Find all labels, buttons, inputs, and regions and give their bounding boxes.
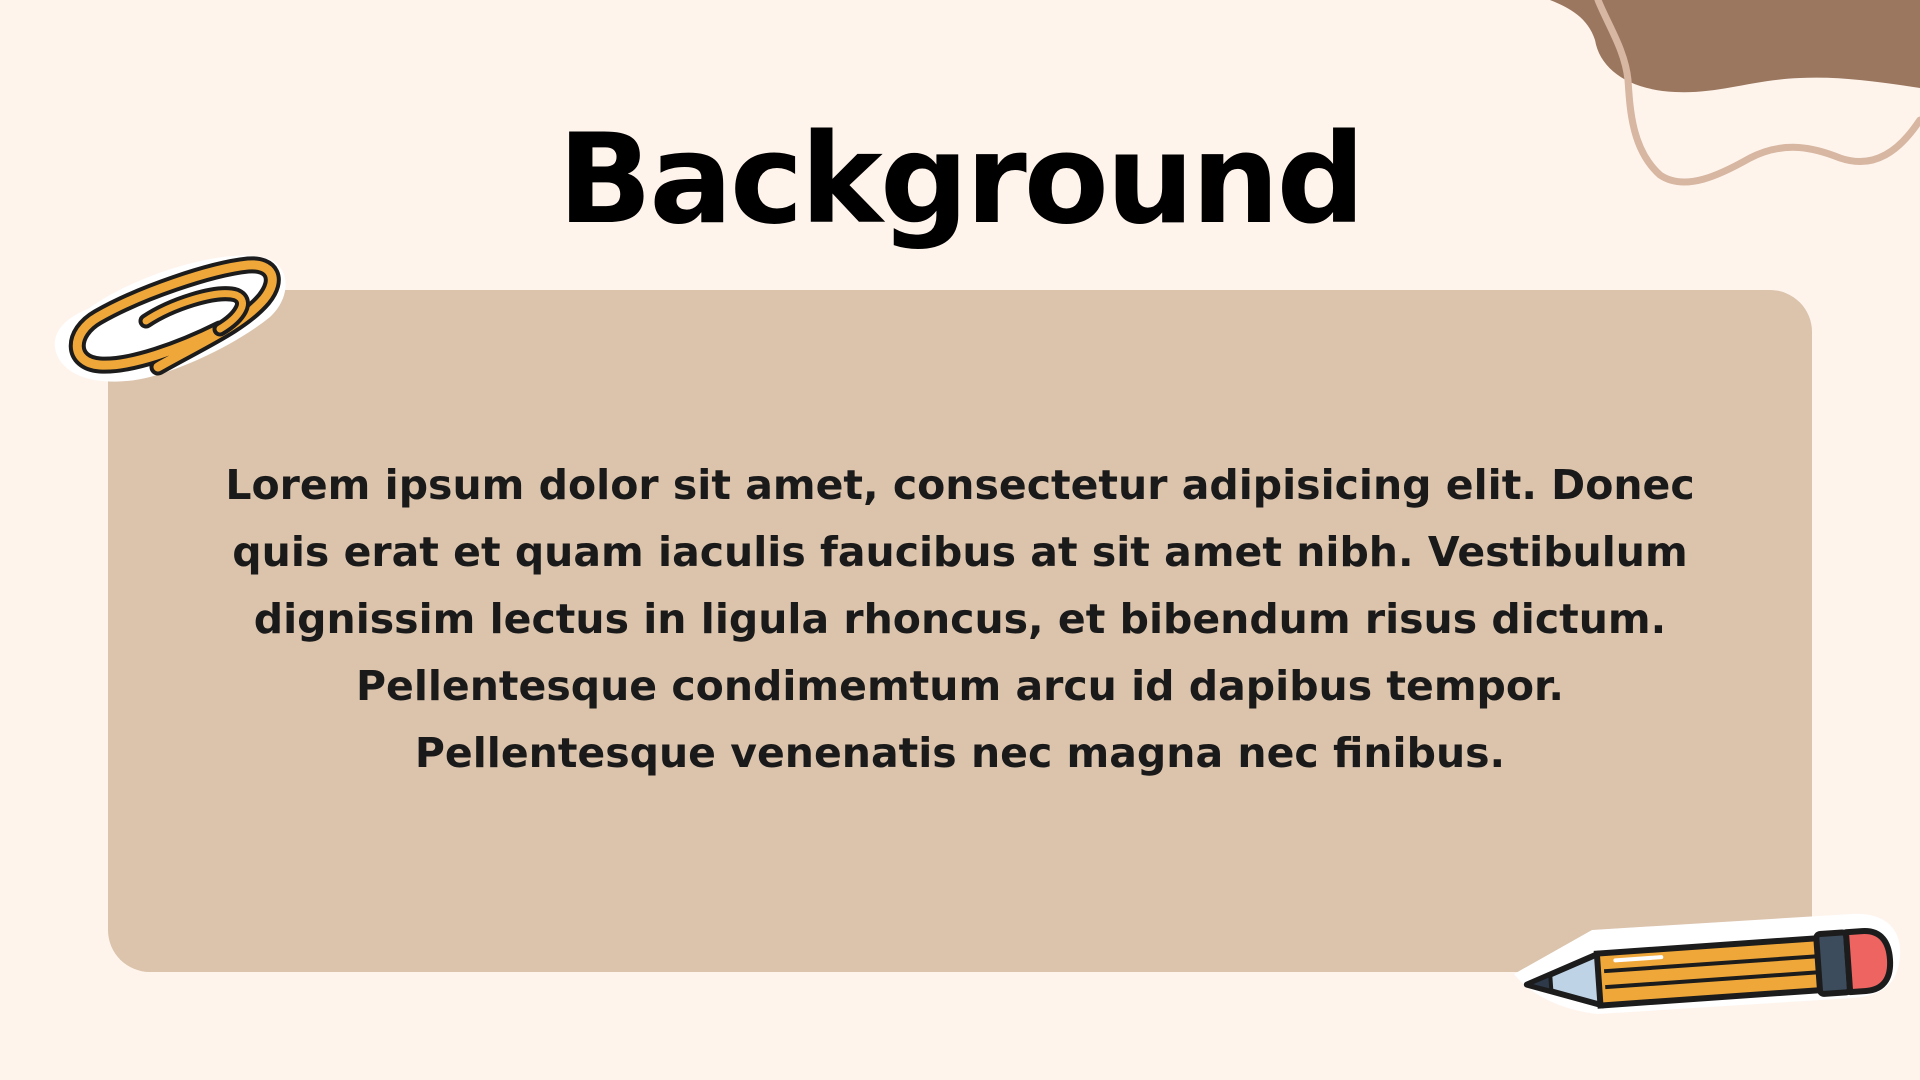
content-card: Lorem ipsum dolor sit amet, consectetur … [108, 290, 1812, 972]
body-text: Lorem ipsum dolor sit amet, consectetur … [225, 460, 1695, 777]
pencil-icon [1514, 913, 1901, 1014]
pencil-eraser [1842, 928, 1894, 996]
slide-title: Background [557, 108, 1366, 252]
slide: Background Lorem ipsum dolor sit amet, c… [0, 0, 1920, 1080]
paperclip-icon [54, 255, 286, 382]
